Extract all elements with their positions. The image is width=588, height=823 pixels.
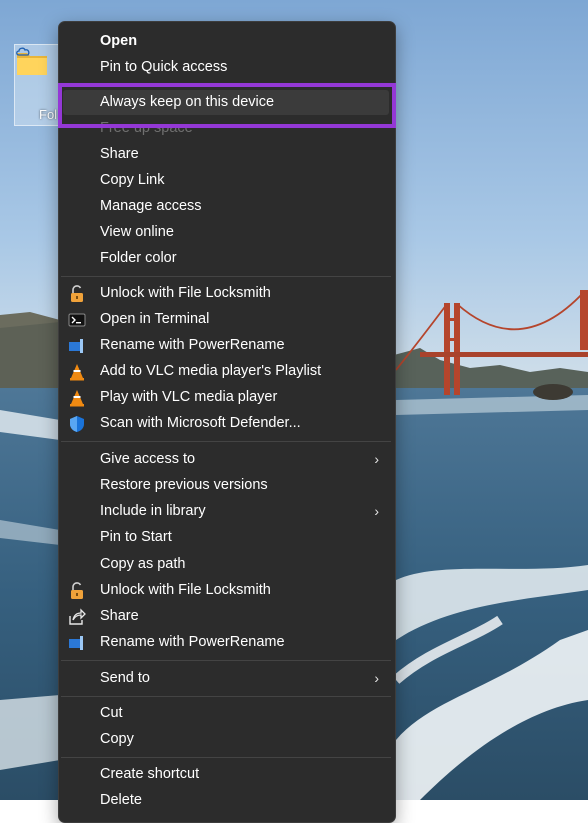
menu-item-label: Rename with PowerRename	[100, 634, 285, 650]
menu-item-label: Copy Link	[100, 172, 165, 188]
menu-item-view-online[interactable]: View online	[63, 220, 389, 245]
menu-item-give-access[interactable]: Give access to ›	[63, 447, 389, 472]
vlc-icon	[70, 364, 84, 381]
menu-item-label: Rename with PowerRename	[100, 337, 285, 353]
menu-item-label: Share	[100, 608, 139, 624]
menu-item-include-library[interactable]: Include in library ›	[63, 499, 389, 524]
menu-item-label: Play with VLC media player	[100, 389, 278, 405]
menu-item-label: Always keep on this device	[100, 94, 275, 110]
vlc-icon	[70, 390, 84, 407]
menu-item-label: Folder color	[100, 250, 177, 266]
menu-item-label: Restore previous versions	[100, 477, 268, 493]
menu-item-create-shortcut[interactable]: Create shortcut	[63, 762, 389, 787]
menu-item-label: Copy as path	[100, 556, 186, 572]
menu-item-label: Unlock with File Locksmith	[100, 582, 271, 598]
lock-icon	[71, 285, 83, 302]
menu-item-rename-powerrename[interactable]: Rename with PowerRename	[63, 333, 389, 358]
menu-item-label: Add to VLC media player's Playlist	[100, 363, 322, 379]
terminal-icon	[68, 313, 86, 327]
shield-icon	[70, 416, 84, 432]
menu-item-delete[interactable]: Delete	[63, 788, 389, 813]
menu-item-label: Open in Terminal	[100, 311, 210, 327]
menu-separator	[61, 660, 391, 661]
chevron-right-icon: ›	[374, 451, 379, 467]
menu-item-share-2[interactable]: Share	[63, 604, 389, 629]
menu-item-manage-access[interactable]: Manage access	[63, 194, 389, 219]
menu-item-copy-link[interactable]: Copy Link	[63, 168, 389, 193]
chevron-right-icon: ›	[374, 503, 379, 519]
menu-item-rename-powerrename-2[interactable]: Rename with PowerRename	[63, 630, 389, 655]
menu-separator	[61, 757, 391, 758]
menu-item-unlock-locksmith[interactable]: Unlock with File Locksmith	[63, 281, 389, 306]
menu-item-label: Scan with Microsoft Defender...	[100, 415, 301, 431]
menu-item-unlock-locksmith-2[interactable]: Unlock with File Locksmith	[63, 578, 389, 603]
chevron-right-icon: ›	[374, 670, 379, 686]
menu-item-scan-defender[interactable]: Scan with Microsoft Defender...	[63, 411, 389, 436]
menu-item-label: Include in library	[100, 503, 206, 519]
menu-item-send-to[interactable]: Send to ›	[63, 666, 389, 691]
powerrename-icon	[69, 636, 83, 650]
menu-item-label: Open	[100, 33, 138, 49]
menu-item-label: Pin to Start	[100, 529, 172, 545]
menu-separator	[61, 696, 391, 697]
lock-icon	[71, 582, 83, 599]
menu-item-label: Manage access	[100, 198, 202, 214]
menu-item-label: Create shortcut	[100, 766, 200, 782]
menu-item-label: Send to	[100, 670, 150, 686]
menu-item-label: View online	[100, 224, 174, 240]
menu-separator	[61, 276, 391, 277]
menu-item-label: Cut	[100, 705, 123, 721]
menu-item-label: Pin to Quick access	[100, 59, 228, 75]
menu-item-label: Unlock with File Locksmith	[100, 285, 271, 301]
menu-item-pin-quick-access[interactable]: Pin to Quick access	[63, 55, 389, 80]
cloud-icon	[16, 47, 30, 56]
menu-item-always-keep[interactable]: Always keep on this device	[63, 90, 389, 115]
menu-item-free-up-space: Free up space	[63, 116, 389, 141]
menu-item-label: Copy	[100, 731, 134, 747]
menu-item-open[interactable]: Open	[63, 29, 389, 54]
menu-item-play-vlc[interactable]: Play with VLC media player	[63, 385, 389, 410]
share-icon	[69, 608, 86, 625]
menu-item-pin-start[interactable]: Pin to Start	[63, 525, 389, 550]
menu-item-label: Free up space	[100, 120, 193, 136]
menu-item-copy-as-path[interactable]: Copy as path	[63, 552, 389, 577]
menu-item-cut[interactable]: Cut	[63, 701, 389, 726]
menu-separator	[61, 441, 391, 442]
menu-item-add-vlc-playlist[interactable]: Add to VLC media player's Playlist	[63, 359, 389, 384]
powerrename-icon	[69, 339, 83, 353]
menu-item-label: Delete	[100, 792, 142, 808]
folder-label: Fol	[39, 107, 58, 122]
menu-item-restore-versions[interactable]: Restore previous versions	[63, 473, 389, 498]
menu-item-folder-color[interactable]: Folder color	[63, 246, 389, 271]
menu-item-open-terminal[interactable]: Open in Terminal	[63, 307, 389, 332]
context-menu: Open Pin to Quick access Always keep on …	[58, 21, 396, 823]
menu-item-label: Share	[100, 146, 139, 162]
menu-item-share[interactable]: Share	[63, 142, 389, 167]
menu-item-copy[interactable]: Copy	[63, 727, 389, 752]
menu-item-label: Give access to	[100, 451, 196, 467]
